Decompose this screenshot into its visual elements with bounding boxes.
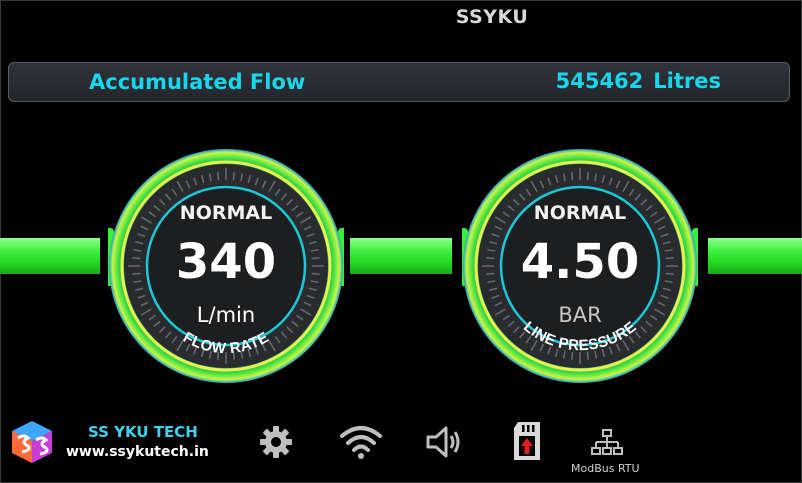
line-pressure-gauge[interactable]: LINE PRESSURE NORMAL 4.50 BAR: [462, 148, 698, 384]
gear-icon[interactable]: [258, 424, 294, 460]
sd-card-upload-icon[interactable]: [510, 420, 544, 462]
line-pressure-status: NORMAL: [533, 202, 627, 224]
accumulated-flow-unit: Litres: [653, 69, 721, 93]
network-tree-icon[interactable]: [590, 428, 624, 458]
accumulated-flow-label: Accumulated Flow: [89, 70, 306, 94]
company-logo-icon: [12, 421, 52, 463]
website-link[interactable]: www.ssykutech.in: [66, 444, 209, 460]
wifi-icon[interactable]: [338, 424, 384, 460]
line-pressure-value: 4.50: [520, 234, 640, 290]
gauge-tick-mark: [217, 172, 220, 181]
gauge-tick-mark: [586, 172, 589, 181]
pipe-segment-right: [708, 238, 802, 274]
gauge-tick-mark: [232, 172, 235, 181]
flow-rate-gauge[interactable]: FLOW RATE NORMAL 340 L/min: [108, 148, 344, 384]
accumulated-flow-value: 545462: [555, 69, 644, 93]
brand-name: SS YKU TECH: [88, 423, 198, 441]
pipe-segment-left: [0, 238, 100, 274]
modbus-label: ModBus RTU: [571, 462, 640, 475]
app-title: SSYKU: [455, 6, 529, 28]
flow-rate-status: NORMAL: [179, 202, 273, 224]
pipe-segment-middle: [350, 238, 452, 274]
line-pressure-unit: BAR: [558, 303, 602, 327]
flow-rate-value: 340: [175, 234, 277, 290]
accumulated-flow-value-group: 545462 Litres: [556, 69, 721, 93]
gauge-tick-mark: [571, 172, 574, 181]
flow-rate-unit: L/min: [196, 303, 256, 327]
accumulated-flow-bar: Accumulated Flow 545462 Litres: [8, 62, 790, 102]
speaker-icon[interactable]: [424, 424, 464, 460]
